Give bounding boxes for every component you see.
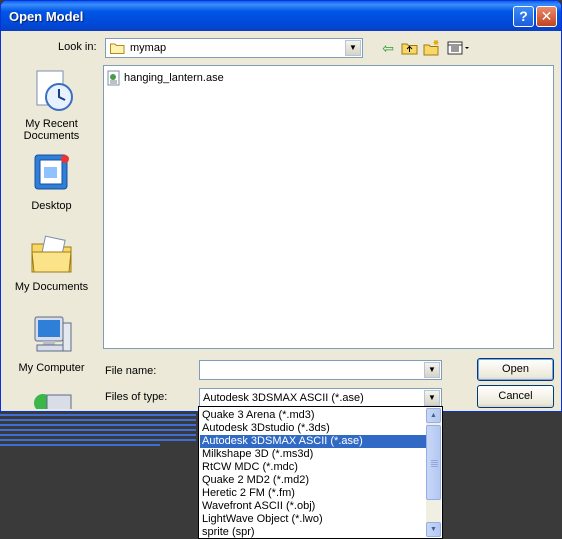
scroll-thumb[interactable]: [426, 425, 441, 500]
place-desktop[interactable]: Desktop: [4, 151, 99, 212]
places-bar: My Recent Documents Desktop My Documents: [4, 65, 99, 409]
cancel-button[interactable]: Cancel: [477, 385, 554, 408]
file-name: hanging_lantern.ase: [124, 72, 224, 84]
place-label: Documents: [23, 130, 80, 142]
up-folder-icon[interactable]: [401, 39, 419, 57]
chevron-down-icon[interactable]: ▼: [345, 40, 361, 56]
back-arrow-icon[interactable]: ⇦: [379, 39, 397, 57]
chevron-down-icon[interactable]: ▼: [424, 362, 440, 378]
desktop-icon: [34, 154, 69, 190]
place-my-recent-documents[interactable]: My Recent Documents: [4, 69, 99, 142]
filetype-option[interactable]: Heretic 2 FM (*.fm): [200, 487, 427, 500]
help-button[interactable]: ?: [513, 6, 534, 27]
filetype-option[interactable]: Milkshape 3D (*.ms3d): [200, 448, 427, 461]
scroll-up-icon[interactable]: ▲: [426, 408, 441, 423]
my-computer-icon: [34, 316, 71, 352]
filetype-option[interactable]: RtCW MDC (*.mdc): [200, 461, 427, 474]
place-label: Desktop: [31, 200, 72, 212]
open-button[interactable]: Open: [477, 358, 554, 381]
filetype-option[interactable]: Quake 3 Arena (*.md3): [200, 409, 427, 422]
title-bar[interactable]: Open Model ? ✕: [1, 1, 561, 31]
place-label: My Documents: [14, 281, 89, 293]
place-my-computer[interactable]: My Computer: [4, 313, 99, 374]
file-list[interactable]: hanging_lantern.ase: [103, 65, 554, 349]
recent-documents-icon: [36, 70, 73, 111]
filetype-option[interactable]: LightWave Object (*.lwo): [200, 513, 427, 526]
filetype-label: Files of type:: [105, 391, 168, 403]
filetype-dropdown-list[interactable]: Quake 3 Arena (*.md3) Autodesk 3Dstudio …: [198, 406, 443, 539]
filename-label: File name:: [105, 365, 157, 377]
network-places-icon: [33, 394, 71, 409]
filetype-option[interactable]: sprite (spr): [200, 526, 427, 538]
folder-icon: [110, 43, 125, 54]
filename-input[interactable]: ▼: [199, 360, 442, 380]
filetype-combo[interactable]: Autodesk 3DSMAX ASCII (*.ase) ▼: [199, 388, 442, 408]
filetype-option[interactable]: Wavefront ASCII (*.obj): [200, 500, 427, 513]
lookin-value: mymap: [130, 42, 167, 54]
place-label: My Computer: [18, 362, 85, 374]
chevron-down-icon[interactable]: ▼: [424, 390, 440, 406]
filetype-value: Autodesk 3DSMAX ASCII (*.ase): [203, 392, 364, 404]
scroll-down-icon[interactable]: ▼: [426, 522, 441, 537]
filetype-option[interactable]: Quake 2 MD2 (*.md2): [200, 474, 427, 487]
new-folder-icon[interactable]: [423, 39, 441, 57]
open-model-dialog: Open Model ? ✕ Look in: mymap ▼ ⇦ My Rec…: [0, 0, 562, 412]
view-menu-icon[interactable]: [447, 39, 471, 57]
my-documents-icon: [30, 235, 72, 273]
dropdown-scrollbar[interactable]: ▲ ▼: [426, 408, 441, 537]
lookin-label: Look in:: [58, 41, 97, 53]
place-my-documents[interactable]: My Documents: [4, 232, 99, 293]
model-file-icon: [107, 70, 120, 86]
close-button[interactable]: ✕: [536, 6, 557, 27]
filetype-option[interactable]: Autodesk 3Dstudio (*.3ds): [200, 422, 427, 435]
dialog-title: Open Model: [9, 9, 84, 24]
filetype-option-selected[interactable]: Autodesk 3DSMAX ASCII (*.ase): [200, 435, 427, 448]
place-label: My Recent: [25, 118, 78, 130]
background-window-strip: [0, 412, 200, 452]
lookin-combo[interactable]: mymap ▼: [105, 38, 363, 58]
place-network[interactable]: [4, 391, 99, 409]
